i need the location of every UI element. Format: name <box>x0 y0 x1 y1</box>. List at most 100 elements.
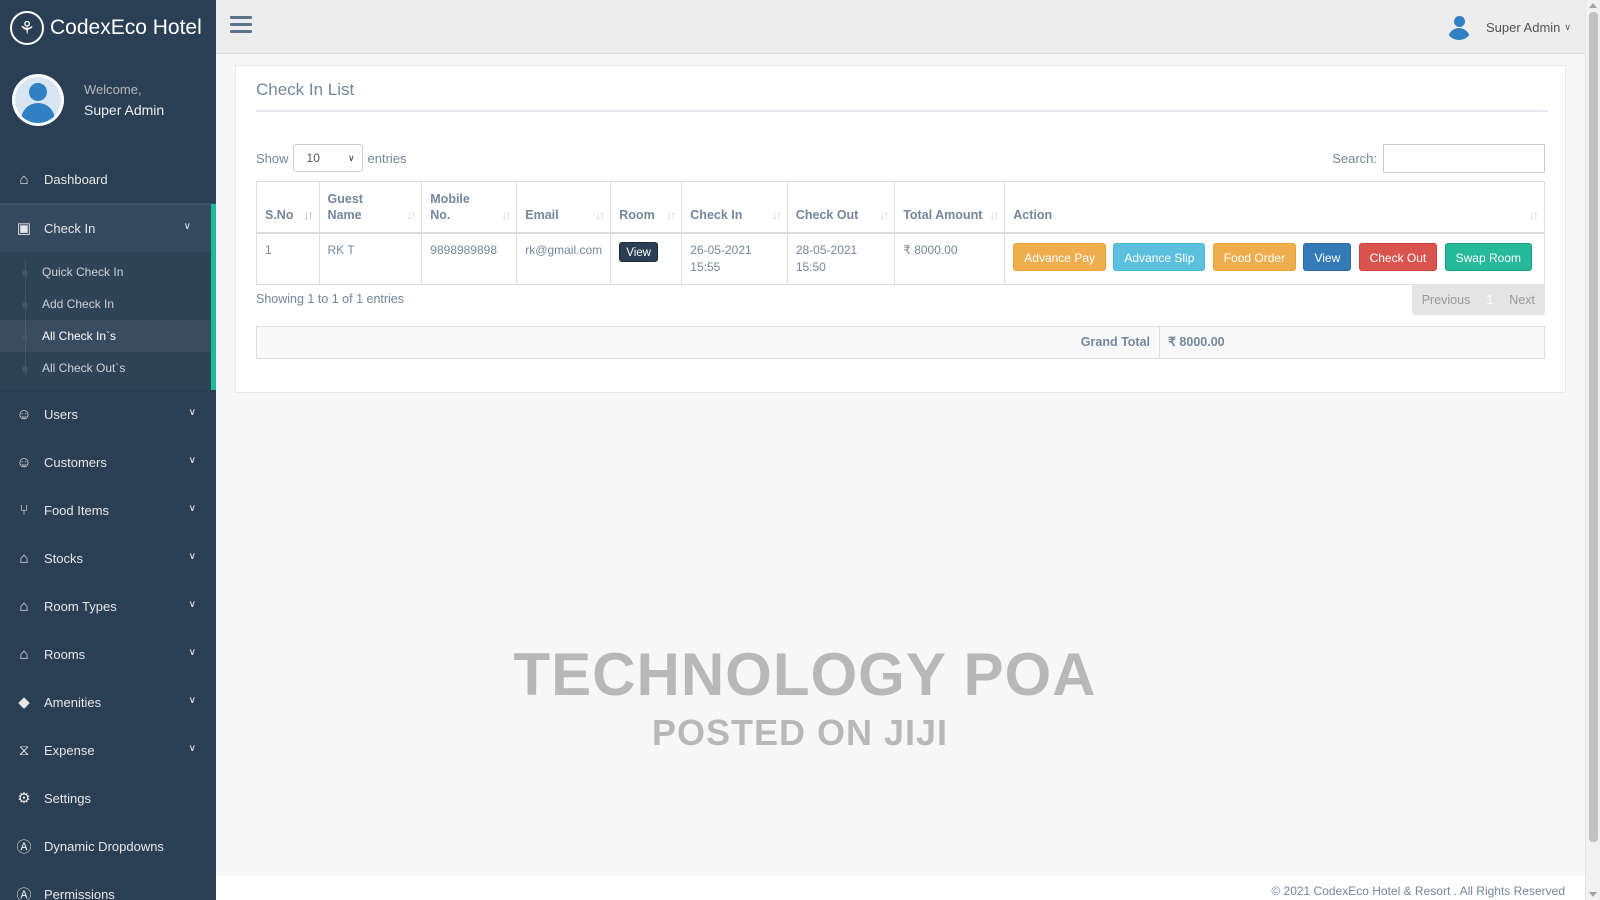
sidebar-item-label: Stocks <box>44 550 84 566</box>
sidebar-item-settings[interactable]: ⚙ Settings <box>0 774 216 822</box>
user-name: Super Admin <box>1485 19 1561 35</box>
search-label: Search: <box>1332 151 1377 166</box>
submenu-all-check-outs[interactable]: All Check Out`s <box>0 352 211 384</box>
sort-icon: ↓↑ <box>303 207 314 222</box>
sidebar-menu: ⌂ Dashboard ▣ Check In ∨ Quick Check In … <box>0 156 216 900</box>
menu-toggle-icon[interactable] <box>230 16 252 34</box>
sidebar-item-label: Check In <box>44 220 96 236</box>
show-label: Show <box>256 150 289 166</box>
sidebar-item-permissions[interactable]: Ⓐ Permissions <box>0 870 216 900</box>
cell-email: rk@gmail.com <box>516 232 612 285</box>
previous-page-button[interactable]: Previous <box>1412 293 1481 307</box>
sort-icon: ↓↑ <box>595 207 605 222</box>
sidebar-item-label: Settings <box>44 790 91 806</box>
sidebar-item-customers[interactable]: ☺ Customers ∨ <box>0 438 216 486</box>
chevron-down-icon: ∨ <box>188 599 196 610</box>
home-icon: ⌂ <box>19 597 29 615</box>
page-length-control: Show 10 ∨ entries <box>256 144 407 172</box>
table-header-row: S.No ↓↑ Guest Name ↓↑ Mobile No. ↓↑ Email ↓↑… <box>256 181 1545 234</box>
scroll-down-icon[interactable] <box>1589 892 1597 897</box>
sort-icon: ↓↑ <box>879 207 889 222</box>
sort-icon: ↓↑ <box>1529 207 1539 222</box>
chevron-down-icon: ∨ <box>1564 21 1571 32</box>
col-mobile[interactable]: Mobile No. ↓↑ <box>421 181 518 234</box>
sidebar-item-dashboard[interactable]: ⌂ Dashboard <box>0 156 216 204</box>
col-guest-name[interactable]: Guest Name ↓↑ <box>318 181 423 234</box>
brand-title: CodexEco Hotel <box>50 16 202 39</box>
cell-check-in: 26-05-2021 15:55 <box>681 232 788 285</box>
scrollbar-thumb[interactable] <box>1589 12 1598 842</box>
check-in-table: S.No ↓↑ Guest Name ↓↑ Mobile No. ↓↑ Email ↓↑… <box>256 181 1545 285</box>
home-icon: ⌂ <box>19 171 29 188</box>
scroll-up-icon[interactable] <box>1589 3 1597 8</box>
col-sno[interactable]: S.No ↓↑ <box>256 181 320 234</box>
advance-slip-button[interactable]: Advance Slip <box>1113 242 1206 271</box>
pagination: Previous 1 Next <box>1411 284 1545 315</box>
page-1-button[interactable]: 1 <box>1480 293 1499 307</box>
cutlery-icon: ⑂ <box>19 501 29 519</box>
footer: © 2021 CodexEco Hotel & Resort . All Rig… <box>216 876 1585 900</box>
submenu-quick-check-in[interactable]: Quick Check In <box>0 256 211 288</box>
sidebar-item-label: Dynamic Dropdowns <box>44 838 164 854</box>
sidebar-item-stocks[interactable]: ⌂ Stocks ∨ <box>0 534 216 582</box>
room-view-button[interactable]: View <box>619 241 658 262</box>
sidebar-item-label: Customers <box>44 454 107 470</box>
welcome-user-name: Super Admin <box>84 102 165 118</box>
grand-total-row: Grand Total ₹ 8000.00 <box>256 326 1545 359</box>
sidebar-item-users[interactable]: ☺ Users ∨ <box>0 390 216 438</box>
avatar <box>12 74 64 126</box>
sidebar-item-label: Room Types <box>44 598 117 614</box>
check-out-button[interactable]: Check Out <box>1358 242 1438 271</box>
col-email[interactable]: Email ↓↑ <box>516 181 612 234</box>
table-info: Showing 1 to 1 of 1 entries <box>256 292 405 306</box>
next-page-button[interactable]: Next <box>1499 293 1545 307</box>
swap-room-button[interactable]: Swap Room <box>1444 242 1532 271</box>
brand[interactable]: ⚘ CodexEco Hotel <box>0 0 216 56</box>
accessibility-icon: Ⓐ <box>16 838 32 856</box>
table-row: 1 RK T 9898989898 rk@gmail.com View 26-0… <box>256 232 1545 285</box>
view-button[interactable]: View <box>1303 242 1352 271</box>
sidebar-item-dynamic-dropdowns[interactable]: Ⓐ Dynamic Dropdowns <box>0 822 216 870</box>
page-title: Check In List <box>256 80 355 99</box>
submenu-add-check-in[interactable]: Add Check In <box>0 288 211 320</box>
chevron-down-icon: ∨ <box>183 221 191 232</box>
chevron-down-icon: ∨ <box>188 455 196 466</box>
col-action[interactable]: Action ↓↑ <box>1004 181 1545 234</box>
col-room[interactable]: Room ↓↑ <box>610 181 683 234</box>
chevron-down-icon: ∨ <box>347 153 355 163</box>
col-check-in[interactable]: Check In ↓↑ <box>681 181 788 234</box>
sort-icon: ↓↑ <box>989 207 999 222</box>
cell-sno: 1 <box>256 232 320 285</box>
top-navbar: Super Admin ∨ <box>216 0 1585 54</box>
sort-icon: ↓↑ <box>406 207 416 222</box>
welcome-text: Welcome, <box>84 82 142 97</box>
col-total-amount[interactable]: Total Amount ↓↑ <box>894 181 1006 234</box>
user-dropdown[interactable]: Super Admin ∨ <box>1446 14 1571 40</box>
sidebar-item-food-items[interactable]: ⑂ Food Items ∨ <box>0 486 216 534</box>
sidebar-item-check-in[interactable]: ▣ Check In ∨ <box>0 204 216 252</box>
chevron-down-icon: ∨ <box>188 407 196 418</box>
food-order-button[interactable]: Food Order <box>1212 242 1297 271</box>
sidebar-item-label: Permissions <box>44 886 115 900</box>
profile: Welcome, Super Admin <box>0 56 216 144</box>
sidebar-item-room-types[interactable]: ⌂ Room Types ∨ <box>0 582 216 630</box>
entries-label: entries <box>367 150 407 166</box>
user-avatar <box>1446 14 1472 40</box>
money-icon: ▣ <box>16 220 32 237</box>
col-check-out[interactable]: Check Out ↓↑ <box>786 181 896 234</box>
watermark-line-2: POSTED ON JIJI <box>651 712 949 753</box>
sidebar: ⚘ CodexEco Hotel Welcome, Super Admin ⌂ … <box>0 0 216 900</box>
cart-icon: ⌂ <box>19 549 29 567</box>
page-length-value: 10 <box>306 151 320 165</box>
table-search: Search: <box>1332 144 1545 173</box>
cell-mobile: 9898989898 <box>421 232 518 285</box>
sort-icon: ↓↑ <box>771 207 782 222</box>
page-scrollbar[interactable] <box>1585 0 1600 900</box>
submenu-all-check-ins[interactable]: All Check In`s <box>0 320 211 352</box>
search-input[interactable] <box>1383 144 1545 173</box>
chevron-down-icon: ∨ <box>188 503 196 514</box>
advance-pay-button[interactable]: Advance Pay <box>1013 242 1106 271</box>
page-length-select[interactable]: 10 ∨ <box>292 144 363 172</box>
watermark-line-1: TECHNOLOGY POA <box>513 641 1097 708</box>
sidebar-item-label: Dashboard <box>44 172 108 187</box>
